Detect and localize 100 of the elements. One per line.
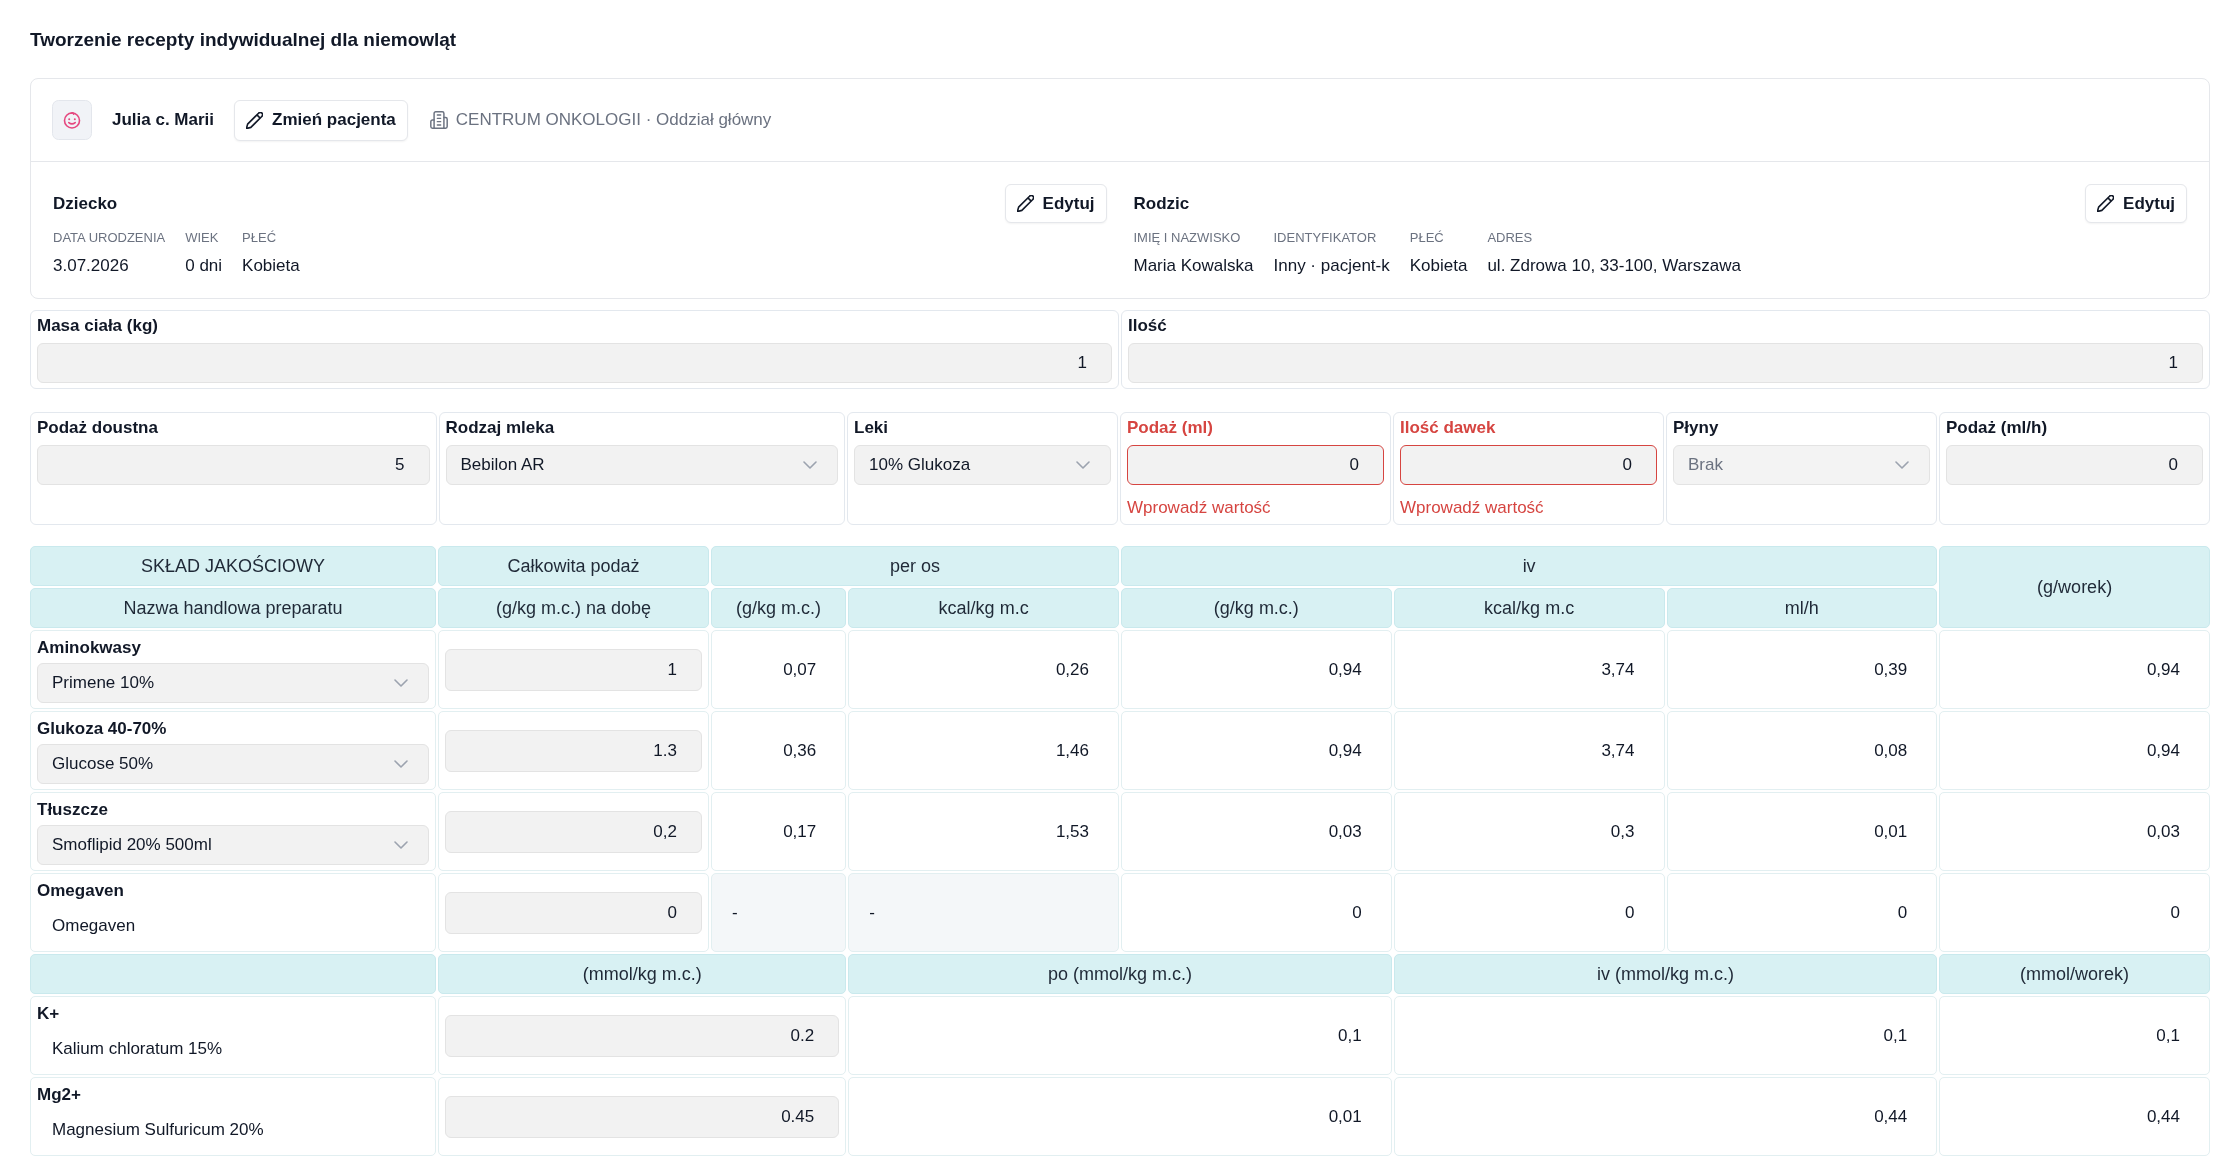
table-cell: 0,01 [848,1077,1392,1156]
table-cell: 1,46 [848,711,1119,790]
table-cell: 0,94 [1939,630,2210,709]
input-field[interactable]: 0 [1127,445,1384,485]
table-cell: 0,44 [1939,1077,2210,1156]
table-cell: 0 [1393,873,1665,952]
field-label: DATA URODZENIA [53,229,166,247]
column-header: iv (mmol/kg m.c.) [1393,954,1938,994]
column-header: po (mmol/kg m.c.) [848,954,1392,994]
table-cell: 0,3 [1393,792,1665,871]
field-value: Inny · pacjent-k [1273,255,1390,277]
field-label: IMIĘ I NAZWISKO [1133,229,1241,247]
category-label: Tłuszcze [37,799,108,821]
column-header: (mmol/kg m.c.) [438,954,847,994]
table-cell: 0,1 [1393,996,1938,1075]
column-header: iv [1121,546,1938,586]
field-value: 0 dni [185,255,223,277]
input-field[interactable]: 1 [445,648,702,691]
input-field[interactable]: 5 [37,445,430,485]
table-cell: 0,36 [710,711,847,790]
category-label: Omegaven [37,880,124,902]
table-cell: 0,94 [1939,711,2210,790]
table-cell: 0 [1939,873,2210,952]
field-label: ADRES [1487,229,1533,247]
column-header: ml/h [1666,588,1938,628]
product-name: Kalium chloratum 15% [52,1038,223,1060]
field-label: PŁEĆ [1409,229,1444,247]
column-header: (g/kg m.c.) na dobę [438,588,709,628]
field-value: Maria Kowalska [1133,255,1254,277]
column-header: (g/kg m.c.) [710,588,847,628]
category-label: Aminokwasy [37,637,141,659]
field-label: Płyny [1673,417,1719,439]
field-label: PŁEĆ [242,229,277,247]
field-label: IDENTYFIKATOR [1273,229,1377,247]
chevron-down-icon [394,841,409,849]
pencil-icon [1016,195,1034,212]
table-cell: 0,44 [1393,1077,1938,1156]
column-header: kcal/kg m.c [1393,588,1665,628]
input-field[interactable]: 0 [445,891,702,934]
field-value: ul. Zdrowa 10, 33-100, Warszawa [1487,255,1741,277]
field-label: Podaż doustna [37,417,158,439]
chevron-down-icon [394,760,409,768]
field-label: Podaż (ml) [1127,417,1213,439]
table-cell: 0,17 [710,792,847,871]
column-header: Nazwa handlowa preparatu [30,588,437,628]
field-value: Kobieta [242,255,300,277]
table-cell: 0,26 [848,630,1119,709]
category-label: Mg2+ [37,1084,81,1106]
table-cell: 0,94 [1121,630,1392,709]
category-label: K+ [37,1003,60,1025]
column-header: kcal/kg m.c [848,588,1119,628]
column-header: SKŁAD JAKOŚCIOWY [30,546,437,586]
table-cell: - [710,873,847,952]
table-cell: 0,03 [1121,792,1392,871]
category-label: Glukoza 40-70% [37,718,167,740]
select-field[interactable]: 10% Glukoza [854,445,1111,485]
table-cell: 0,01 [1666,792,1938,871]
input-field[interactable]: 0 [1946,445,2203,485]
chevron-down-icon [1895,461,1909,469]
field-label: Masa ciała (kg) [37,315,158,337]
pencil-icon [246,111,264,129]
error-message: Wprowadź wartość [1127,497,1271,519]
select-field[interactable]: Glucose 50% [37,744,430,784]
edit-button[interactable]: Edytuj [2085,184,2187,223]
change-patient-button[interactable]: Zmień pacjenta [234,99,408,141]
table-cell: 3,74 [1393,711,1665,790]
table-cell: - [848,873,1119,952]
face-icon [52,100,92,140]
table-cell: 0,03 [1939,792,2210,871]
input-field[interactable]: 0,2 [445,810,702,853]
input-field[interactable]: 1 [1128,343,2203,383]
field-value: 3.07.2026 [53,255,129,277]
select-field[interactable]: Primene 10% [37,663,430,703]
patient-name: Julia c. Marii [112,110,215,130]
select-field[interactable]: Bebilon AR [445,445,838,485]
table-cell: 0 [1666,873,1938,952]
chevron-down-icon [1076,461,1090,469]
input-field[interactable]: 0 [1400,445,1657,485]
edit-button[interactable]: Edytuj [1004,184,1107,223]
table-cell: 0,1 [848,996,1392,1075]
table-cell: 0,1 [1939,996,2210,1075]
field-label: Leki [854,417,889,439]
field-label: Podaż (ml/h) [1946,417,2048,439]
table-cell: 0,39 [1666,630,1938,709]
section-title: Dziecko [53,193,118,214]
field-label: Ilość dawek [1400,417,1496,439]
building-icon [429,111,448,129]
table-cell: 3,74 [1393,630,1665,709]
input-field[interactable]: 1.3 [445,729,702,772]
select-field[interactable]: Smoflipid 20% 500ml [37,825,430,865]
pencil-icon [2097,195,2115,212]
error-message: Wprowadź wartość [1400,497,1544,519]
field-value: Kobieta [1409,255,1468,277]
product-name: Magnesium Sulfuricum 20% [52,1119,264,1141]
input-field[interactable]: 1 [37,343,1112,383]
column-header: (g/kg m.c.) [1121,588,1392,628]
field-label: Ilość [1128,315,1167,337]
input-field[interactable]: 0.45 [445,1095,840,1138]
column-header: per os [710,546,1119,586]
input-field[interactable]: 0.2 [445,1014,840,1057]
